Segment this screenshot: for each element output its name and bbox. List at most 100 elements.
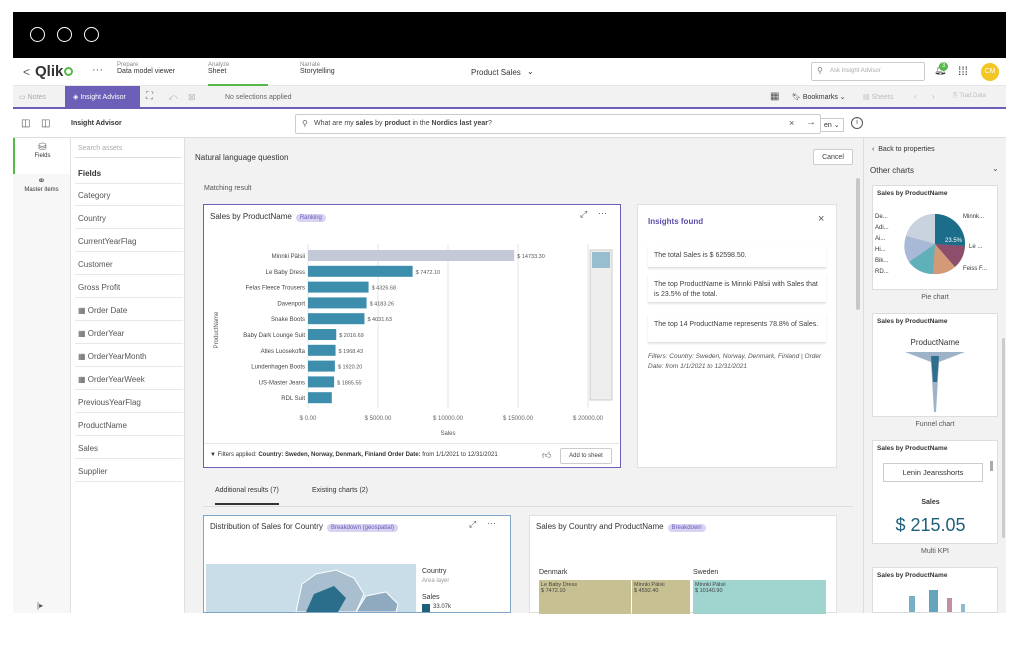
chevron-down-icon[interactable]: ⌄ — [527, 67, 534, 76]
field-item[interactable]: ▦ OrderYearMonth — [75, 346, 183, 367]
panel-toggle-right-icon[interactable]: ◫ — [41, 118, 50, 129]
nav-narrate[interactable]: Narrate Storytelling — [300, 62, 370, 84]
main-scrollbar[interactable] — [856, 178, 860, 310]
field-item[interactable]: Sales — [75, 438, 183, 459]
treemap-cell[interactable]: Minnki Pälsii $ 4592.40 — [632, 580, 690, 614]
word-cloud-card[interactable]: Sales by ProductName — [872, 567, 998, 613]
field-item[interactable]: ▦ Order Date — [75, 300, 183, 321]
expand-icon[interactable]: ⤢ — [469, 519, 476, 530]
nlq-title: Natural language question — [195, 153, 289, 162]
funnel-chart-card[interactable]: Sales by ProductName ProductName — [872, 313, 998, 417]
field-item[interactable]: Customer — [75, 254, 183, 275]
bar[interactable] — [308, 376, 335, 388]
rail-fields[interactable]: ⛁ Fields — [13, 138, 70, 174]
field-item[interactable]: Category — [75, 185, 183, 206]
search-icon: ⚲ — [302, 119, 308, 128]
chart-card-breakdown[interactable]: Sales by Country and ProductName Breakdow… — [529, 515, 837, 614]
window-close-dot[interactable] — [30, 27, 45, 42]
pie-slice-label: Ai... — [875, 236, 886, 242]
field-item[interactable]: PreviousYearFlag — [75, 392, 183, 413]
sheets-button[interactable]: ▤ Sheets — [863, 93, 893, 101]
app-title[interactable]: Product Sales — [471, 68, 521, 77]
chart-card-sales-by-product[interactable]: Sales by ProductName Ranking ⤢ ··· $ 0.00… — [203, 204, 621, 468]
language-select[interactable]: en ⌄ — [820, 118, 844, 132]
thumbs-up-icon[interactable]: 👍︎ — [542, 450, 551, 461]
clear-query-icon[interactable]: × — [789, 118, 794, 128]
bar[interactable] — [308, 297, 367, 309]
multi-kpi-card[interactable]: Sales by ProductName Lenin Jeansshorts S… — [872, 440, 998, 544]
right-panel-scrollbar[interactable] — [1002, 338, 1005, 538]
y-tick-label: Lundenhagen Boots — [251, 365, 305, 371]
add-to-sheet-button[interactable]: Add to sheet — [560, 448, 612, 464]
prev-sheet-icon[interactable]: ‹ — [914, 92, 917, 101]
bar[interactable] — [308, 313, 365, 325]
field-item[interactable]: ▦ OrderYear — [75, 323, 183, 344]
field-item[interactable]: CurrentYearFlag — [75, 231, 183, 252]
back-to-properties[interactable]: ‹ Back to properties — [872, 146, 935, 153]
close-icon[interactable]: × — [818, 213, 824, 225]
field-item[interactable]: Gross Profit — [75, 277, 183, 298]
kpi-scrollbar[interactable] — [990, 461, 993, 471]
expand-icon[interactable]: ⤢ — [580, 209, 587, 220]
window-maximize-dot[interactable] — [84, 27, 99, 42]
svg-text:23.5%: 23.5% — [945, 238, 963, 244]
field-item[interactable]: ▦ OrderYearWeek — [75, 369, 183, 390]
grid-menu-icon[interactable]: ⁞⁞⁞ — [958, 64, 968, 78]
window-minimize-dot[interactable] — [57, 27, 72, 42]
clear-selections-icon[interactable]: ⊠ — [188, 92, 196, 103]
bookmarks-button[interactable]: 🔖︎ Bookmarks ⌄ — [792, 93, 846, 101]
assets-search-input[interactable]: Search assets — [75, 141, 181, 158]
rail-master-items[interactable]: ⚭ Master items — [13, 176, 70, 206]
avatar[interactable]: CM — [981, 63, 999, 81]
legend-area: Area layer — [422, 578, 450, 584]
breakdown-title: Sales by Country and ProductName Breakdow… — [536, 522, 706, 532]
more-icon[interactable]: ··· — [92, 64, 103, 76]
bar[interactable] — [308, 265, 413, 277]
bar[interactable] — [308, 329, 337, 340]
nl-query-input[interactable]: ⚲ What are my sales by product in the No… — [295, 114, 821, 134]
tab-existing-charts[interactable]: Existing charts (2) — [312, 487, 368, 494]
data-label: $ 4326.68 — [372, 286, 396, 292]
tab-additional-results[interactable]: Additional results (7) — [215, 487, 279, 505]
ask-insight-input[interactable]: ⚲ Ask Insight Advisor — [811, 62, 925, 81]
y-tick-label: RDL Suit — [281, 396, 305, 402]
next-sheet-icon[interactable]: › — [932, 92, 935, 101]
database-icon: ⛁ — [38, 142, 47, 153]
bar[interactable] — [308, 250, 515, 261]
more-icon[interactable]: ··· — [487, 518, 496, 528]
field-item[interactable]: Country — [75, 208, 183, 229]
field-item[interactable]: ProductName — [75, 415, 183, 436]
bar[interactable] — [308, 360, 335, 372]
nav-prepare[interactable]: Prepare Data model viewer — [117, 62, 197, 84]
bar[interactable] — [308, 392, 332, 404]
cancel-button[interactable]: Cancel — [813, 149, 853, 165]
filter-icon: ▼ — [210, 452, 216, 458]
insight-filters: Filters: Country: Sweden, Norway, Denmar… — [648, 353, 822, 370]
minimap-scrollbar[interactable] — [589, 249, 613, 401]
collapse-panel-icon[interactable]: |▸ — [37, 601, 43, 610]
tracking-button[interactable]: ⎘ Trad.Data — [953, 93, 986, 100]
kpi-value: $ 215.05 — [895, 515, 966, 535]
notes-button[interactable]: ▭ Notes — [19, 93, 46, 101]
smart-search-icon[interactable]: ⛶ — [146, 91, 153, 102]
submit-arrow-icon[interactable]: → — [806, 117, 816, 128]
chart-card-distribution[interactable]: Distribution of Sales for Country Breakdo… — [203, 515, 511, 613]
more-icon[interactable]: ··· — [598, 208, 607, 218]
back-icon[interactable]: < — [23, 65, 30, 79]
step-back-icon[interactable]: ⤺ — [168, 92, 178, 103]
info-icon[interactable]: i — [851, 117, 863, 129]
insight-advisor-button[interactable]: ◈ Insight Advisor — [65, 86, 140, 109]
treemap-cell[interactable]: Minnki Pälsii $ 10140.90 — [693, 580, 826, 614]
chevron-down-icon[interactable]: ⌄ — [992, 164, 999, 173]
y-tick-label: US-Master Jeans — [259, 380, 305, 386]
field-item[interactable]: Supplier — [75, 461, 183, 482]
treemap-cell[interactable]: Le Baby Dress $ 7472.10 — [539, 580, 631, 614]
panel-toggle-left-icon[interactable]: ◫ — [21, 118, 30, 129]
nav-analyze[interactable]: Analyze Sheet — [208, 62, 268, 86]
sheets-grid-icon[interactable]: ▦ — [770, 91, 779, 102]
bar[interactable] — [308, 281, 369, 293]
filters-applied: ▼ Filters applied: Country: Sweden, Norw… — [210, 452, 498, 458]
pie-chart-card[interactable]: Sales by ProductName 23.5% De... Adi... Ai… — [872, 185, 998, 290]
bar[interactable] — [308, 344, 336, 356]
minimap-thumb[interactable] — [592, 252, 610, 268]
